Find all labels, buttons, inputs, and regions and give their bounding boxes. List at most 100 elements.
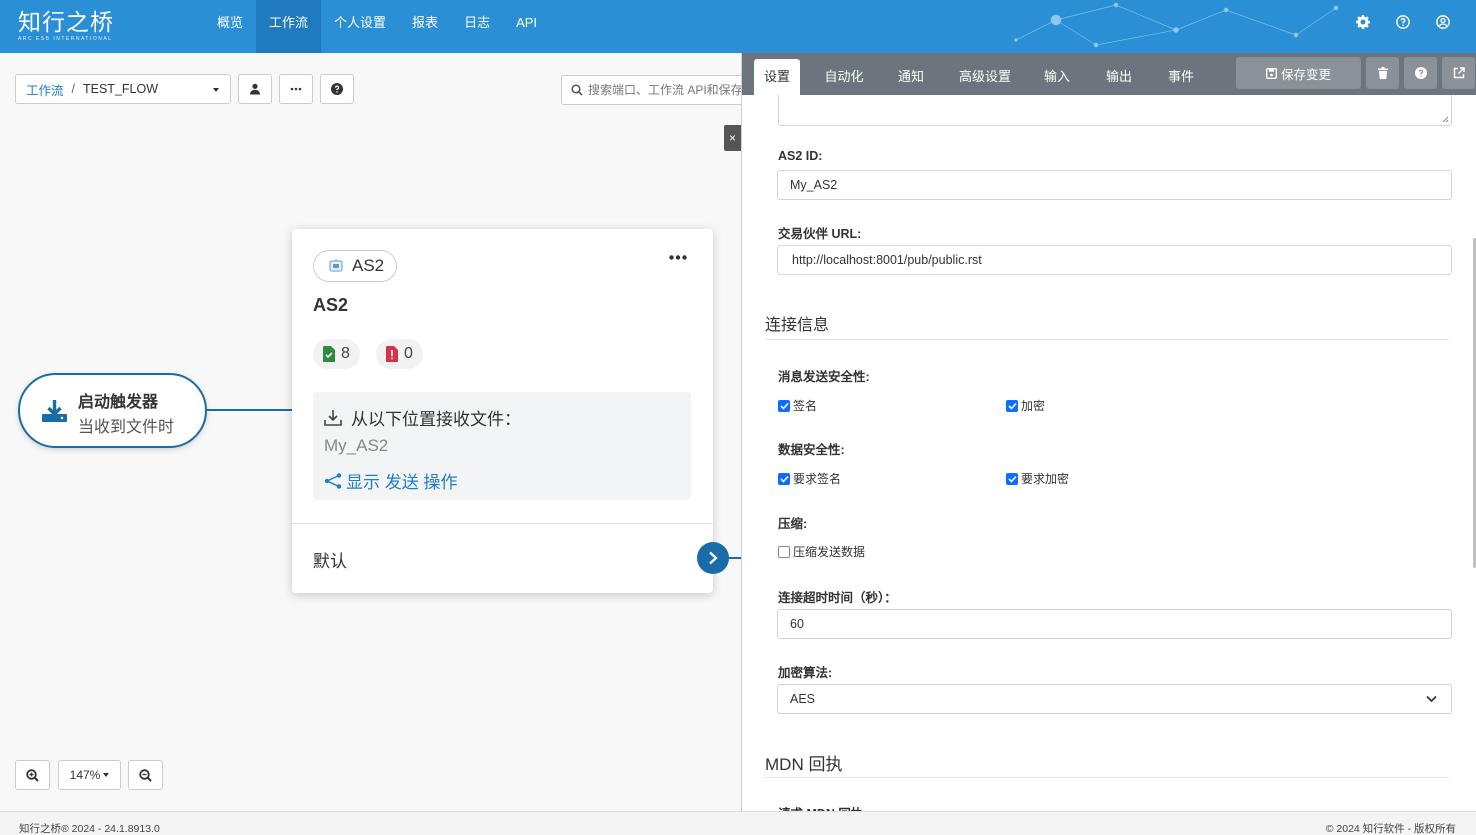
encrypt-label: 加密 [1021,399,1046,413]
more-options-button[interactable] [279,74,313,104]
zoom-in-icon [26,768,39,782]
receive-label: 从以下位置接收文件： [351,410,521,429]
help-button[interactable] [320,74,354,104]
default-output-label: 默认 [313,552,347,571]
checkbox-checked-icon [1006,472,1018,485]
tab-settings[interactable]: 设置 [754,59,800,95]
external-link-icon [1453,67,1465,79]
zoom-in-button[interactable] [15,760,50,790]
trigger-title: 启动触发器 [78,394,159,411]
ellipsis-icon [290,87,302,91]
sign-checkbox[interactable]: 签名 [778,397,817,414]
app-logo[interactable]: 知行之桥 ARC ESB INTERNATIONAL [18,8,114,42]
save-changes-button[interactable]: 保存变更 [1236,57,1361,89]
settings-form: AS2 ID: My_AS2 交易伙伴 URL: http://localhos… [742,95,1476,811]
search-placeholder: 搜索端口、工作流 API和保存 [588,83,743,97]
node-title: AS2 [313,295,349,315]
chevron-right-icon [709,551,718,565]
save-label: 保存变更 [1280,67,1331,82]
zoom-out-icon [139,768,152,782]
description-textarea[interactable] [778,95,1452,126]
as2-id-label: AS2 ID: [778,149,823,163]
search-input[interactable]: 搜索端口、工作流 API和保存 [561,75,761,105]
require-sign-checkbox[interactable]: 要求签名 [778,470,841,487]
question-circle-icon [1414,67,1427,79]
section-divider [765,339,1449,340]
gear-icon[interactable] [1356,15,1370,29]
encryption-algorithm-select[interactable]: AES [777,684,1452,714]
show-send-actions-link[interactable]: 显示 发送 操作 [324,468,457,493]
tab-input[interactable]: 输入 [1036,59,1078,95]
zoom-out-button[interactable] [128,760,163,790]
tab-events[interactable]: 事件 [1160,59,1202,95]
connector-type-chip: AS2 [313,250,397,282]
nav-item-logs[interactable]: 日志 [451,0,503,53]
tab-automation[interactable]: 自动化 [816,59,872,95]
message-security-label: 消息发送安全性: [778,370,870,384]
compress-send-checkbox[interactable]: 压缩发送数据 [778,543,865,560]
flow-canvas[interactable]: 工作流 / TEST_FLOW 搜索端口、工作流 API和保存 × 启动触发器 … [0,53,761,811]
panel-help-button[interactable] [1404,57,1437,89]
error-count-badge[interactable]: 0 [376,339,423,369]
user-button[interactable] [238,74,272,104]
flow-connector-out [728,557,741,559]
compress-send-label: 压缩发送数据 [793,545,866,559]
footer-copyright: © 2024 知行软件 - 版权所有 [1325,823,1456,835]
breadcrumb-workflow-link[interactable]: 工作流 [26,80,64,99]
zoom-level: 147% [69,768,101,782]
search-icon [571,84,583,96]
workflow-breadcrumb[interactable]: 工作流 / TEST_FLOW [15,74,231,104]
tab-advanced[interactable]: 高级设置 [952,59,1018,95]
receive-info-box: 从以下位置接收文件： My_AS2 显示 发送 操作 [313,392,691,500]
success-count-badge[interactable]: 8 [313,339,360,369]
node-more-icon[interactable] [669,255,687,260]
start-trigger-node[interactable]: 启动触发器 当收到文件时 [18,373,207,448]
as2-connector-icon [329,259,343,272]
encrypt-checkbox[interactable]: 加密 [1006,397,1045,414]
tab-notifications[interactable]: 通知 [890,59,932,95]
timeout-label: 连接超时时间（秒）： [778,591,897,605]
as2-id-input[interactable]: My_AS2 [777,170,1452,200]
resize-grip-icon[interactable] [1442,116,1449,123]
chip-label: AS2 [352,256,385,275]
caret-down-icon[interactable] [213,88,219,92]
close-panel-button[interactable]: × [724,125,741,151]
delete-button[interactable] [1366,57,1399,89]
partner-url-input[interactable]: http://localhost:8001/pub/public.rst [777,245,1452,275]
help-icon[interactable] [1396,15,1410,29]
main-nav: 概览 工作流 个人设置 报表 日志 API [204,0,550,53]
compression-label: 压缩: [778,517,808,531]
nav-item-api[interactable]: API [503,0,550,53]
tab-output[interactable]: 输出 [1098,59,1140,95]
require-sign-label: 要求签名 [793,472,842,486]
checkbox-unchecked-icon [778,545,790,558]
section-divider [765,777,1449,778]
nav-item-reports[interactable]: 报表 [399,0,451,53]
receive-label-row: 从以下位置接收文件： [324,405,521,430]
as2-connector-card[interactable]: AS2 AS2 8 0 从以下位置接收文件： My_AS2 显示 发送 操作 默… [292,229,713,593]
nav-item-overview[interactable]: 概览 [204,0,256,53]
open-external-button[interactable] [1442,57,1475,89]
chevron-down-icon [1426,695,1437,703]
settings-panel: 设置 自动化 通知 高级设置 输入 输出 事件 保存变更 AS2 ID: My_… [741,53,1476,811]
caret-down-icon [103,773,110,777]
network-decoration [1014,2,1339,48]
nav-item-profile[interactable]: 个人设置 [321,0,399,53]
next-node-button[interactable] [697,542,729,574]
require-encrypt-checkbox[interactable]: 要求加密 [1006,470,1069,487]
question-circle-icon [331,83,343,95]
breadcrumb-current: TEST_FLOW [83,82,159,96]
top-icon-group [1356,15,1450,29]
checkbox-checked-icon [778,399,790,412]
nav-item-workflow[interactable]: 工作流 [256,0,322,53]
zoom-level-dropdown[interactable]: 147% [58,760,121,790]
flow-connector [207,409,293,411]
trigger-subtitle: 当收到文件时 [78,419,175,436]
download-icon [42,400,67,422]
error-count: 0 [404,345,413,362]
checkbox-checked-icon [1006,399,1018,412]
download-icon [324,410,342,426]
user-circle-icon[interactable] [1436,15,1450,29]
page-footer: 知行之桥® 2024 - 24.1.8913.0 © 2024 知行软件 - 版… [0,811,1476,835]
timeout-input[interactable]: 60 [777,609,1452,639]
